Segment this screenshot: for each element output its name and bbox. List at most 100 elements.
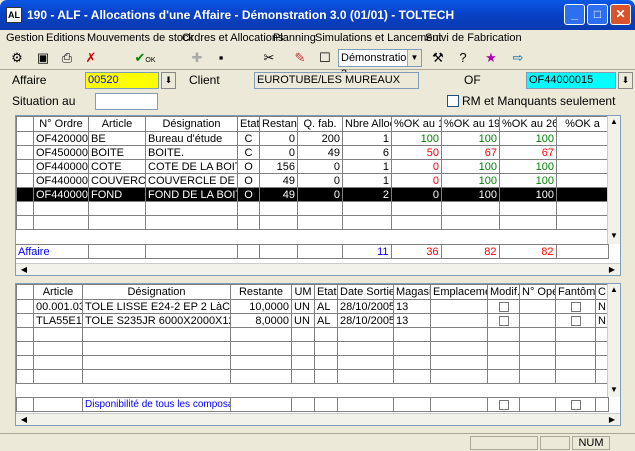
table-cell[interactable]: OF44000014 [33, 173, 89, 188]
empty-row[interactable] [16, 355, 609, 370]
table-cell[interactable]: 100 [499, 159, 557, 174]
menu-simulations-et-lancement[interactable]: Simulations et Lancement [315, 32, 442, 44]
table-cell[interactable]: 6 [342, 145, 392, 160]
bottom-grid-vscroll[interactable]: ▲ ▼ [607, 284, 620, 397]
table-cell[interactable]: TOLE LISSE E24-2 EP 2 LàC [82, 299, 231, 314]
table-row[interactable]: OF45000009BOITEBOITE.C0496506767 [16, 145, 609, 160]
table-cell[interactable]: UN [291, 299, 315, 314]
col-header[interactable]: Modif. [487, 284, 520, 300]
table-cell[interactable]: 100 [441, 159, 500, 174]
scroll-right-icon[interactable]: ▶ [606, 414, 618, 425]
table-cell[interactable]: O [237, 159, 260, 174]
row-indicator[interactable] [16, 341, 34, 356]
table-cell[interactable]: 0 [391, 159, 442, 174]
table-row[interactable]: OF44000015FONDFOND DE LA BOITEO490201001… [16, 187, 609, 202]
row-indicator[interactable] [16, 355, 34, 370]
col-header[interactable]: Restante [230, 284, 292, 300]
title-bar[interactable]: AL 190 - ALF - Allocations d'une Affaire… [0, 0, 635, 30]
minimize-button[interactable]: _ [564, 4, 585, 25]
col-header[interactable]: Désignation [145, 116, 238, 132]
table-cell[interactable]: FOND DE LA BOITE [145, 187, 238, 202]
table-row[interactable]: 00.001.03 TOLE LISSE E24-2 EP 2 LàC 10,000… [16, 299, 609, 314]
exit-icon[interactable]: ⇨ [507, 48, 529, 68]
table-cell[interactable] [556, 173, 609, 188]
table-cell[interactable]: 28/10/2005 [337, 313, 394, 328]
affaire-dropdown-button[interactable]: ⬇ [161, 72, 176, 89]
table-cell[interactable]: 100 [499, 131, 557, 146]
table-cell[interactable]: 100 [391, 131, 442, 146]
fantome-checkbox[interactable] [570, 399, 581, 410]
menu-suivi-de-fabrication[interactable]: Suivi de Fabrication [425, 32, 522, 44]
table-cell[interactable]: BOITE. [145, 145, 238, 160]
table-cell[interactable]: 0 [259, 145, 298, 160]
col-header[interactable]: UM [291, 284, 315, 300]
col-header[interactable]: Désignation [82, 284, 231, 300]
table-cell[interactable]: OF44000015 [33, 187, 89, 202]
table-cell[interactable]: OF45000009 [33, 145, 89, 160]
empty-row[interactable] [16, 201, 609, 216]
table-cell[interactable]: Bureau d'étude [145, 131, 238, 146]
menu-editions[interactable]: Editions [46, 32, 85, 44]
table-cell[interactable]: AL [314, 313, 338, 328]
table-cell[interactable]: COUVERCLE DE LA B [145, 173, 238, 188]
col-header[interactable]: Article [33, 284, 83, 300]
of-dropdown-button[interactable]: ⬇ [618, 72, 633, 89]
col-header[interactable]: Nbre Alloc. [342, 116, 392, 132]
fantome-checkbox[interactable] [570, 301, 581, 312]
table-cell[interactable]: 200 [297, 131, 343, 146]
table-cell[interactable]: 49 [297, 145, 343, 160]
col-header[interactable]: %OK a [556, 116, 609, 132]
col-header[interactable]: Fantôme [555, 284, 596, 300]
table-cell[interactable]: UN [291, 313, 315, 328]
col-header[interactable]: Etat [237, 116, 260, 132]
table-cell[interactable] [555, 313, 596, 328]
row-indicator[interactable] [16, 369, 34, 384]
table-cell[interactable] [556, 145, 609, 160]
row-indicator[interactable] [16, 327, 34, 342]
row-indicator[interactable] [16, 145, 34, 160]
components-grid[interactable]: Article Désignation Restante UM Etat Dat… [15, 283, 621, 426]
table-cell[interactable] [487, 299, 520, 314]
table-cell[interactable]: 1 [342, 173, 392, 188]
gear-icon[interactable]: ⚙ [6, 48, 28, 68]
row-indicator[interactable] [16, 313, 34, 328]
table-cell[interactable]: 8,0000 [230, 313, 292, 328]
table-cell[interactable]: 0 [297, 173, 343, 188]
menu-gestion[interactable]: Gestion [6, 32, 44, 44]
table-cell[interactable]: 0 [297, 159, 343, 174]
maximize-button[interactable]: □ [587, 4, 608, 25]
top-grid-vscroll[interactable]: ▲ ▼ [607, 116, 620, 244]
col-header[interactable]: %OK au 26/1 [499, 116, 557, 132]
scroll-right-icon[interactable]: ▶ [606, 264, 618, 275]
app-icon[interactable]: AL [6, 7, 22, 23]
table-cell[interactable] [430, 313, 488, 328]
save-icon[interactable]: ▪ [210, 48, 232, 68]
col-header[interactable]: Magasin [393, 284, 431, 300]
table-cell[interactable]: FOND [88, 187, 146, 202]
chevron-down-icon[interactable]: ▼ [407, 50, 421, 66]
row-indicator[interactable] [16, 173, 34, 188]
col-header[interactable]: %OK au 12/1 [391, 116, 442, 132]
empty-row[interactable] [16, 341, 609, 356]
table-cell[interactable]: 100 [441, 187, 500, 202]
ok-check-icon[interactable]: ✔OK [134, 48, 156, 68]
table-cell[interactable]: 100 [499, 187, 557, 202]
rm-manquants-checkbox[interactable] [447, 95, 459, 107]
table-cell[interactable]: 50 [391, 145, 442, 160]
table-row[interactable]: OF44000014COUVERCLECOUVERCLE DE LA BO490… [16, 173, 609, 188]
cancel-icon[interactable]: ✗ [80, 48, 102, 68]
empty-row[interactable] [16, 369, 609, 384]
table-cell[interactable]: C [237, 145, 260, 160]
table-row[interactable]: OF44000013COTECOTE DE LA BOITEO156010100… [16, 159, 609, 174]
table-cell[interactable]: 2 [342, 187, 392, 202]
table-cell[interactable]: 100 [499, 173, 557, 188]
tools-icon[interactable]: ⚒ [427, 48, 449, 68]
table-cell[interactable]: 49 [259, 187, 298, 202]
help-icon[interactable]: ? [452, 48, 474, 68]
table-cell[interactable]: AL [314, 299, 338, 314]
table-cell[interactable] [519, 313, 556, 328]
table-cell[interactable]: O [237, 173, 260, 188]
table-cell[interactable]: 156 [259, 159, 298, 174]
close-button[interactable]: ✕ [610, 4, 631, 25]
scroll-down-icon[interactable]: ▼ [608, 384, 620, 396]
